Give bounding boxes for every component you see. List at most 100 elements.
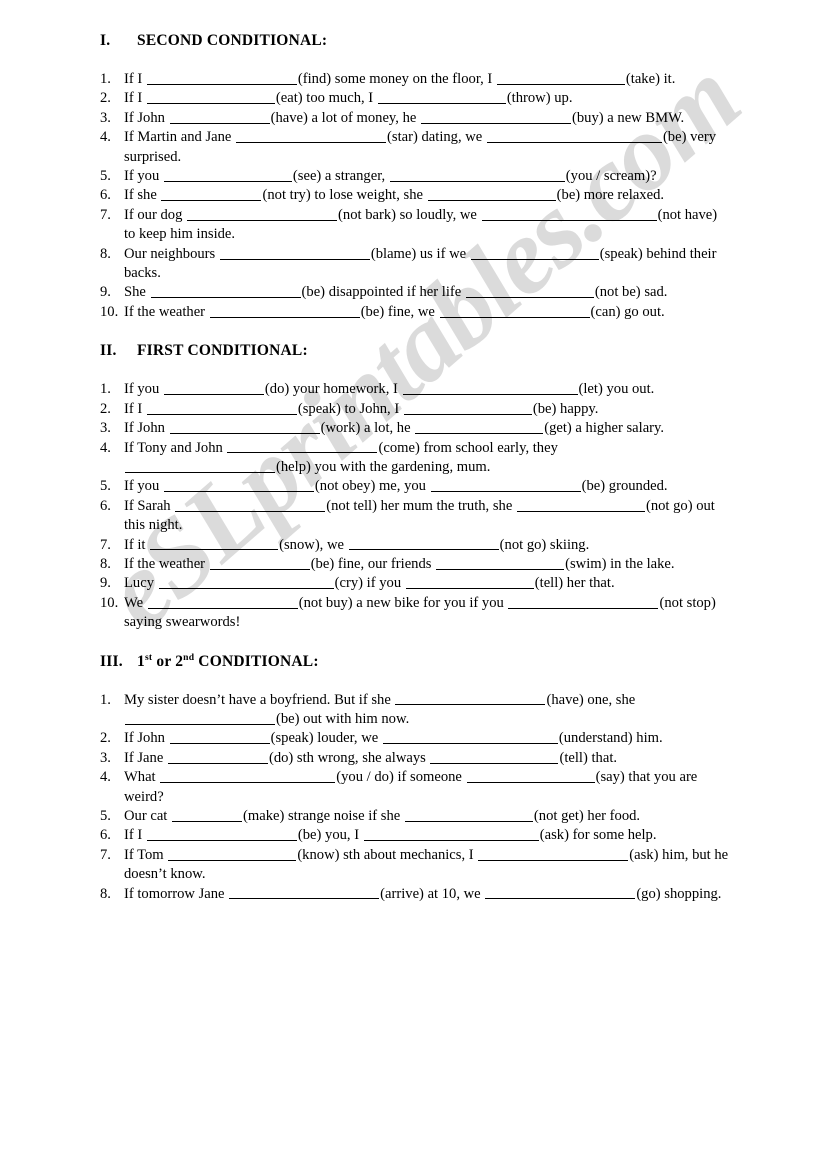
question-item: 10. If the weather (be) fine, we (can) go… bbox=[100, 303, 730, 322]
worksheet-content: I. SECOND CONDITIONAL: 1. If I (find) some … bbox=[100, 32, 730, 924]
question-text: We (not buy) a new bike for you if you (… bbox=[124, 594, 730, 633]
answer-blank[interactable] bbox=[172, 807, 243, 822]
question-segment: She bbox=[124, 284, 146, 301]
answer-blank[interactable] bbox=[163, 380, 264, 396]
answer-blank[interactable] bbox=[125, 710, 275, 725]
question-item: 4. If Martin and Jane (star) dating, we (… bbox=[100, 128, 730, 167]
answer-blank[interactable] bbox=[466, 768, 595, 784]
answer-blank[interactable] bbox=[403, 400, 532, 415]
question-number: 7. bbox=[100, 846, 111, 863]
question-item: 3. If John (have) a lot of money, he (buy… bbox=[100, 109, 730, 128]
question-segment: If Sarah bbox=[124, 497, 171, 514]
question-text: My sister doesn’t have a boyfriend. But … bbox=[124, 691, 730, 730]
question-segment: What bbox=[124, 769, 156, 786]
question-segment: (be) out with him now. bbox=[276, 710, 410, 727]
answer-blank[interactable] bbox=[481, 206, 657, 221]
question-segment: If John bbox=[124, 730, 165, 747]
answer-blank[interactable] bbox=[161, 186, 262, 202]
answer-blank[interactable] bbox=[377, 89, 506, 105]
answer-blank[interactable] bbox=[508, 594, 659, 609]
question-segment: (help) you with the gardening, mum. bbox=[276, 458, 491, 475]
answer-blank[interactable] bbox=[402, 380, 578, 396]
answer-blank[interactable] bbox=[421, 109, 572, 124]
section-numeral: III. bbox=[100, 652, 123, 670]
answer-blank[interactable] bbox=[496, 70, 625, 85]
answer-blank[interactable] bbox=[470, 245, 599, 260]
answer-blank[interactable] bbox=[150, 536, 279, 551]
answer-blank[interactable] bbox=[389, 167, 565, 182]
question-number: 2. bbox=[100, 400, 111, 417]
question-segment: (eat) too much, I bbox=[275, 90, 374, 107]
question-segment: If the weather bbox=[124, 555, 206, 572]
answer-blank[interactable] bbox=[430, 749, 559, 764]
answer-blank[interactable] bbox=[348, 536, 499, 551]
question-segment: If Tony and John bbox=[124, 439, 223, 456]
answer-blank[interactable] bbox=[125, 458, 275, 473]
answer-blank[interactable] bbox=[436, 555, 565, 570]
answer-blank[interactable] bbox=[169, 109, 270, 124]
question-segment: (arrive) at 10, we bbox=[380, 885, 481, 902]
question-segment: (do) your homework, I bbox=[264, 381, 398, 398]
answer-blank[interactable] bbox=[146, 400, 297, 415]
answer-blank[interactable] bbox=[160, 768, 336, 784]
answer-blank[interactable] bbox=[147, 594, 298, 609]
question-segment: (not buy) a new bike for you if you bbox=[298, 594, 504, 611]
answer-blank[interactable] bbox=[163, 167, 292, 182]
question-segment: If you bbox=[124, 381, 160, 398]
answer-blank[interactable] bbox=[227, 439, 378, 454]
question-item: 6. If she (not try) to lose weight, she (… bbox=[100, 186, 730, 205]
question-segment: (be) you, I bbox=[297, 827, 360, 844]
question-segment: If our dog bbox=[124, 206, 183, 223]
question-number: 8. bbox=[100, 245, 111, 262]
answer-blank[interactable] bbox=[168, 846, 297, 861]
answer-blank[interactable] bbox=[167, 749, 268, 764]
question-segment: (see) a stranger, bbox=[292, 168, 386, 185]
answer-blank[interactable] bbox=[146, 826, 297, 842]
answer-blank[interactable] bbox=[219, 245, 370, 260]
answer-blank[interactable] bbox=[146, 70, 297, 85]
answer-blank[interactable] bbox=[516, 497, 645, 512]
question-segment: If you bbox=[124, 478, 160, 495]
answer-blank[interactable] bbox=[430, 477, 581, 493]
title-first-ordinal: 1 bbox=[137, 652, 145, 670]
answer-blank[interactable] bbox=[478, 846, 629, 861]
answer-blank[interactable] bbox=[169, 729, 270, 745]
answer-blank[interactable] bbox=[486, 128, 662, 144]
answer-blank[interactable] bbox=[415, 419, 544, 434]
question-segment: (speak) to John, I bbox=[297, 400, 400, 417]
question-segment: (throw) up. bbox=[506, 90, 573, 107]
section-title: FIRST CONDITIONAL: bbox=[137, 342, 308, 360]
question-segment: If I bbox=[124, 827, 143, 844]
answer-blank[interactable] bbox=[404, 807, 533, 822]
answer-blank[interactable] bbox=[405, 574, 534, 590]
answer-blank[interactable] bbox=[236, 128, 387, 144]
question-text: If I (be) you, I (ask) for some help. bbox=[124, 826, 730, 845]
answer-blank[interactable] bbox=[187, 206, 338, 221]
answer-blank[interactable] bbox=[485, 885, 636, 900]
answer-blank[interactable] bbox=[146, 89, 275, 105]
answer-blank[interactable] bbox=[439, 303, 590, 318]
answer-blank[interactable] bbox=[229, 885, 380, 900]
answer-blank[interactable] bbox=[158, 574, 334, 590]
question-item: 1. If I (find) some money on the floor, I… bbox=[100, 70, 730, 89]
question-segment: If the weather bbox=[124, 303, 206, 320]
answer-blank[interactable] bbox=[150, 283, 301, 299]
answer-blank[interactable] bbox=[169, 419, 320, 434]
question-item: 5. If you (see) a stranger, (you / scream… bbox=[100, 167, 730, 186]
answer-blank[interactable] bbox=[209, 555, 310, 570]
answer-blank[interactable] bbox=[395, 691, 546, 706]
answer-blank[interactable] bbox=[209, 303, 360, 318]
question-segment: (go) shopping. bbox=[636, 885, 722, 902]
question-segment: Lucy bbox=[124, 575, 154, 592]
question-item: 7. If Tom (know) sth about mechanics, I (… bbox=[100, 846, 730, 885]
question-segment: (be) fine, we bbox=[360, 303, 435, 320]
question-number: 2. bbox=[100, 730, 111, 747]
question-item: 10. We (not buy) a new bike for you if yo… bbox=[100, 594, 730, 633]
answer-blank[interactable] bbox=[382, 729, 558, 745]
answer-blank[interactable] bbox=[363, 826, 539, 842]
answer-blank[interactable] bbox=[163, 477, 314, 493]
question-segment: If Tom bbox=[124, 846, 164, 863]
answer-blank[interactable] bbox=[465, 283, 594, 299]
answer-blank[interactable] bbox=[427, 186, 556, 202]
answer-blank[interactable] bbox=[175, 497, 326, 512]
